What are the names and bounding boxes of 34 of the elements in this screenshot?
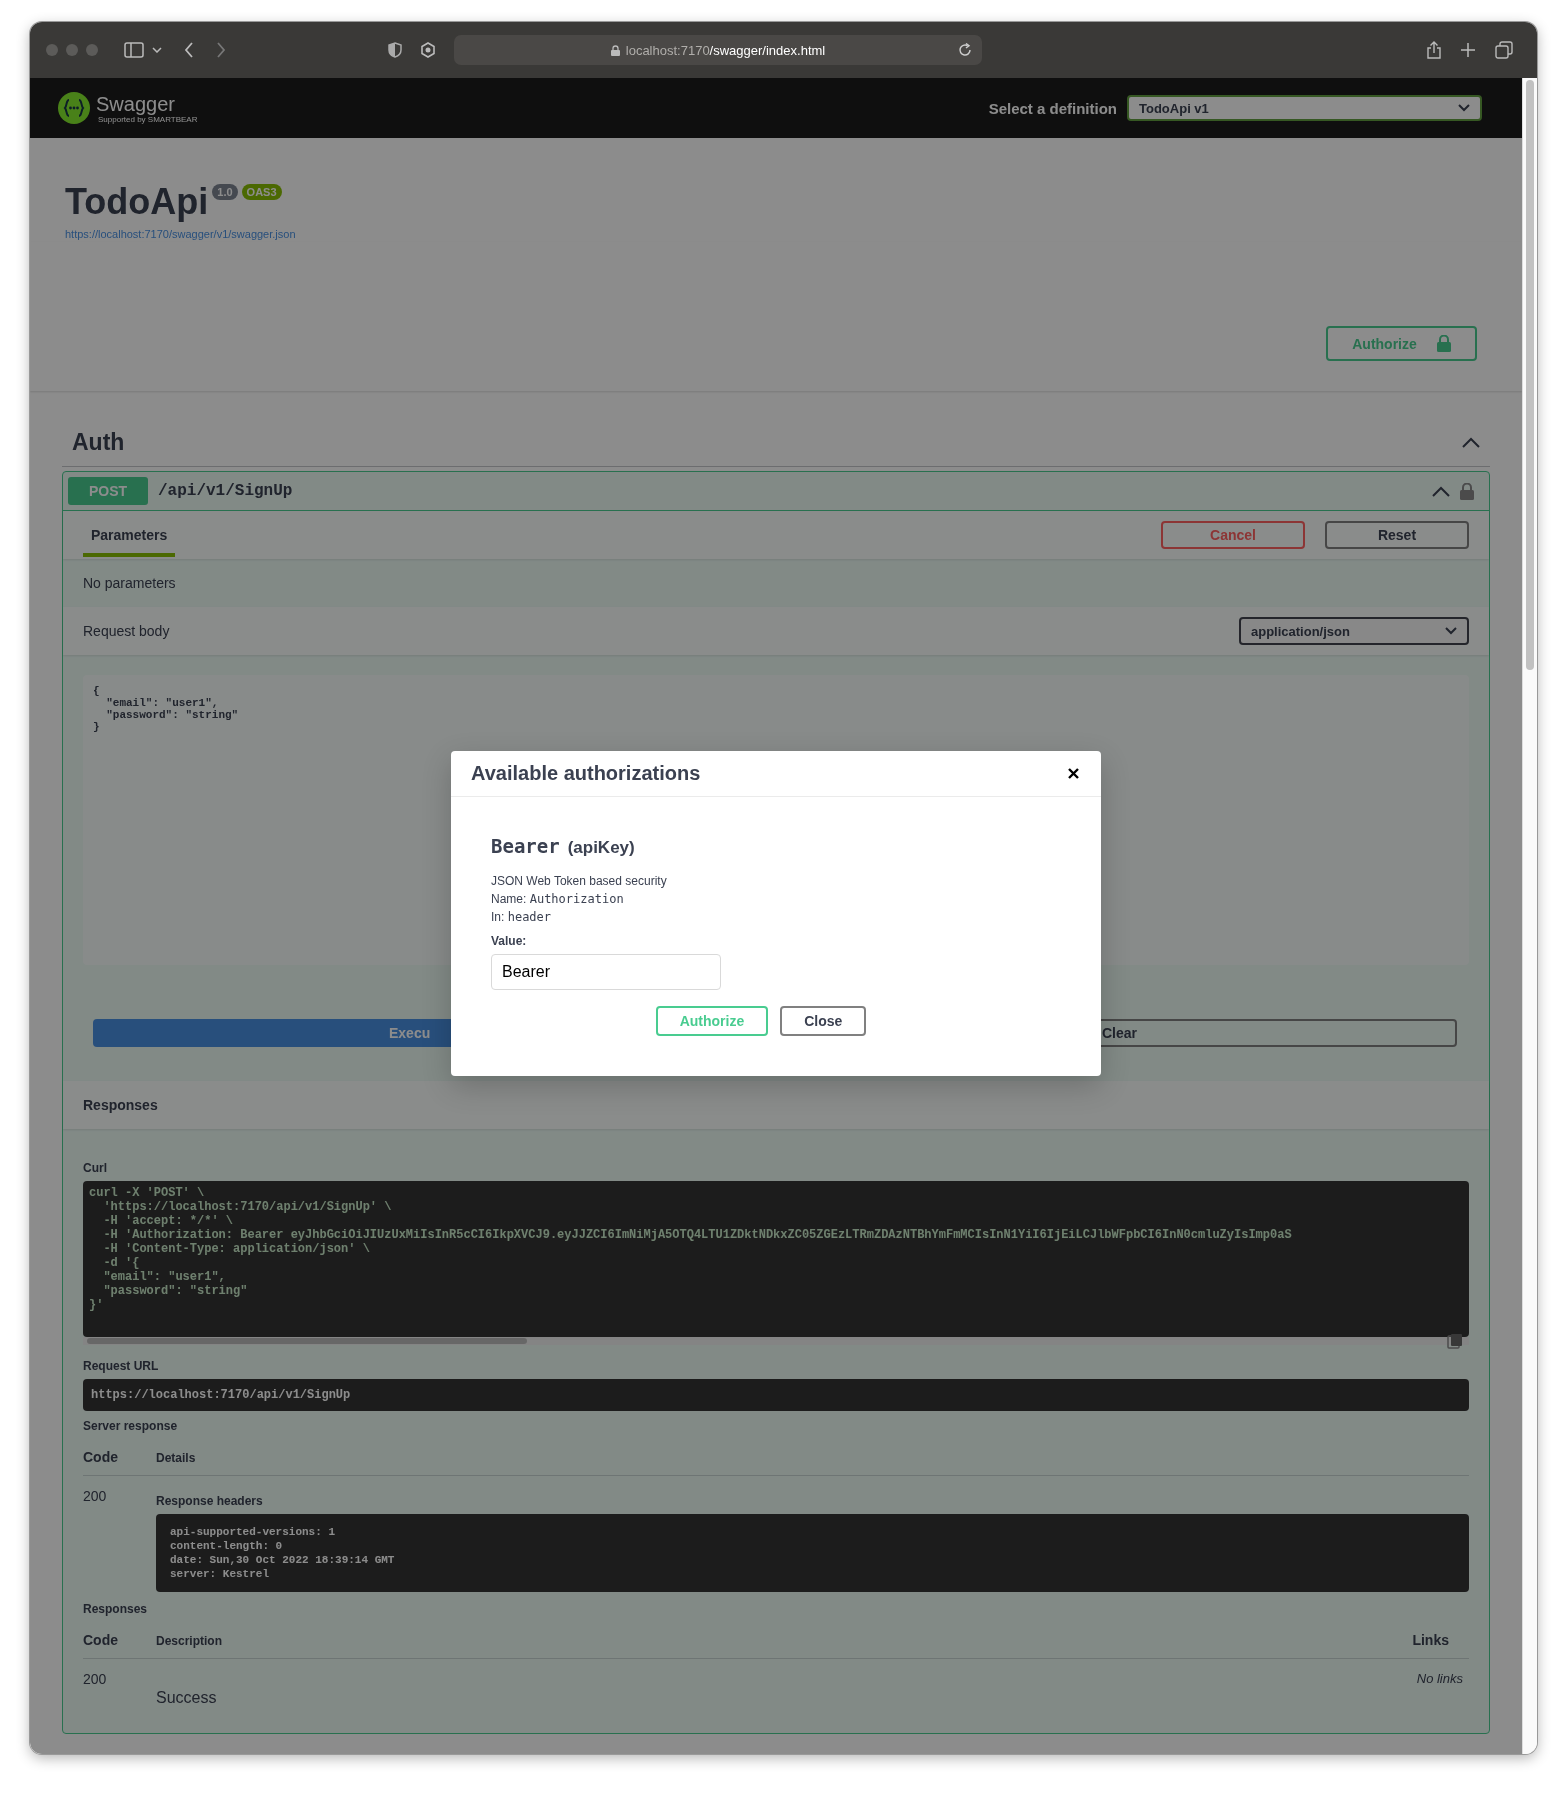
request-url: https://localhost:7170/api/v1/SignUp (83, 1379, 1469, 1411)
response-description: Success (156, 1689, 218, 1707)
request-url-label: Request URL (83, 1359, 160, 1373)
scheme-name-line: Name: Authorization (491, 891, 625, 908)
logo-subtext: Supported by SMARTBEAR (98, 114, 198, 124)
server-response-label: Server response (83, 1419, 179, 1433)
value-label: Value: (491, 934, 528, 948)
scheme-location-line: In: header (491, 909, 553, 926)
scheme-description: JSON Web Token based security (491, 873, 668, 890)
no-parameters-text: No parameters (82, 574, 177, 593)
request-body-label: Request body (83, 623, 170, 639)
status-code: 200 (83, 1671, 108, 1689)
response-headers-label: Response headers (156, 1494, 264, 1508)
api-title: TodoApi (65, 180, 209, 224)
responses-label: Responses (83, 1602, 149, 1616)
scheme-name: Bearer (491, 835, 560, 857)
column-header: Code (83, 1449, 119, 1465)
dialog-title: Available authorizations (471, 762, 701, 785)
version-badge: 1.0 (212, 184, 238, 200)
responses-heading: Responses (83, 1097, 158, 1113)
column-header: Code (83, 1632, 119, 1648)
status-code: 200 (83, 1488, 108, 1506)
logo-text: Swagger (96, 92, 175, 115)
method-badge: POST (68, 477, 148, 505)
column-header: Description (156, 1634, 222, 1648)
curl-code-block: curl -X 'POST' \ 'https://localhost:7170/api/v1/SignUp' \ -H 'accept: */*' \ -H 'Authorization: Bearer eyJhbGciOiJIUzUxMiIsInR5cCI6IkpXVCJ9.eyJJZCI6ImNiMjA5OTQ4LTU1ZDktNDkxZC05ZGEzLTRmZDAzNTBhYmFmMCIsInN1YiI6IjEiLCJlbWFpbCI6InN0cmluZyIsImp0aS -H 'Content-Type: application/json' \ -d '{ "email": "user1", "password": "string" }' (83, 1181, 1469, 1337)
response-headers-block: api-supported-versions: 1 content-length: 0 date: Sun,30 Oct 2022 18:39:14 GMT server: Kestrel (156, 1514, 1469, 1592)
scheme-type: (apiKey) (567, 838, 635, 858)
column-header: Links (1412, 1632, 1449, 1648)
curl-label: Curl (83, 1161, 108, 1175)
definition-label: Select a definition (988, 99, 1117, 117)
links-text: No links (1416, 1671, 1463, 1688)
spec-badge: OAS3 (241, 184, 282, 200)
column-header: Details (156, 1451, 196, 1465)
